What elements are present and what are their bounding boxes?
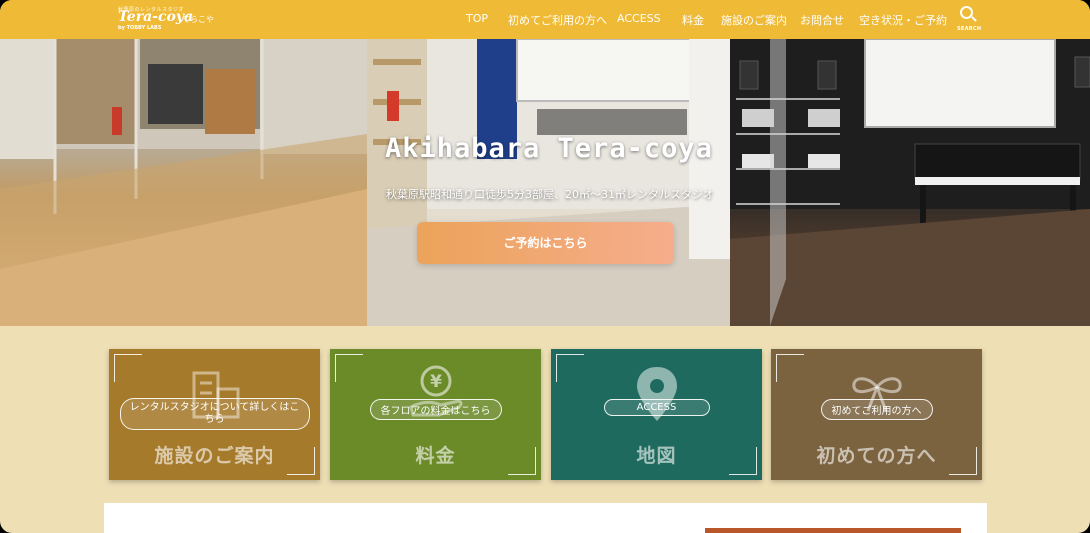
hero-subtitle: 秋葉原駅昭和通り口徒歩5分3部屋、20㎡～31㎡レンタルスタジオ — [386, 188, 714, 201]
card-pricing-title: 料金 — [415, 445, 456, 467]
nav-contact[interactable]: お問合せ — [800, 12, 844, 28]
card-facilities[interactable]: レンタルスタジオについて詳しくはこちら 施設のご案内 — [109, 349, 320, 480]
card-first-time[interactable]: 初めてご利用の方へ 初めての方へ — [771, 349, 982, 480]
card-first-time-title: 初めての方へ — [816, 445, 937, 467]
svg-text:¥: ¥ — [430, 372, 442, 392]
logo-sub: by TOBBY LABS — [118, 25, 162, 31]
card-pricing-pill: 各フロアの料金はこちら — [369, 399, 502, 420]
hero-banner: Akihabara Tera-coya 秋葉原駅昭和通り口徒歩5分3部屋、20㎡… — [0, 39, 1090, 326]
site-header: 秋葉原のレンタルスタジオ Tera-coya てらこや by TOBBY LAB… — [0, 0, 1090, 39]
map-pin-icon — [636, 367, 677, 421]
nav-top[interactable]: TOP — [466, 12, 488, 25]
reserve-button[interactable]: ご予約はこちら — [417, 222, 674, 264]
hero-photo-music-studio — [730, 39, 1090, 326]
section-accent-bar — [705, 528, 961, 533]
card-access[interactable]: ACCESS 地図 — [551, 349, 762, 480]
nav-first-time[interactable]: 初めてご利用の方へ — [508, 12, 607, 28]
search-button[interactable]: SEARCH — [954, 4, 982, 36]
card-first-time-pill: 初めてご利用の方へ — [820, 399, 933, 420]
browser-viewport: 秋葉原のレンタルスタジオ Tera-coya てらこや by TOBBY LAB… — [0, 0, 1090, 533]
nav-access[interactable]: ACCESS — [617, 12, 661, 25]
nav-availability[interactable]: 空き状況・ご予約 — [859, 12, 947, 28]
hero-photo-dance-studio — [0, 39, 367, 326]
hero-photo-seminar-room — [367, 39, 730, 326]
card-access-title: 地図 — [636, 445, 677, 467]
hero-title: Akihabara Tera-coya — [385, 133, 713, 164]
card-pricing[interactable]: ¥ 各フロアの料金はこちら 料金 — [330, 349, 541, 480]
nav-facilities[interactable]: 施設のご案内 — [721, 12, 787, 28]
card-facilities-title: 施設のご案内 — [154, 445, 275, 467]
logo-kana: てらこや — [182, 15, 214, 24]
site-logo[interactable]: 秋葉原のレンタルスタジオ Tera-coya てらこや by TOBBY LAB… — [118, 6, 228, 34]
card-access-pill: ACCESS — [603, 399, 710, 416]
card-facilities-pill: レンタルスタジオについて詳しくはこちら — [119, 398, 310, 430]
search-label: SEARCH — [957, 26, 982, 32]
nav-pricing[interactable]: 料金 — [682, 12, 704, 28]
